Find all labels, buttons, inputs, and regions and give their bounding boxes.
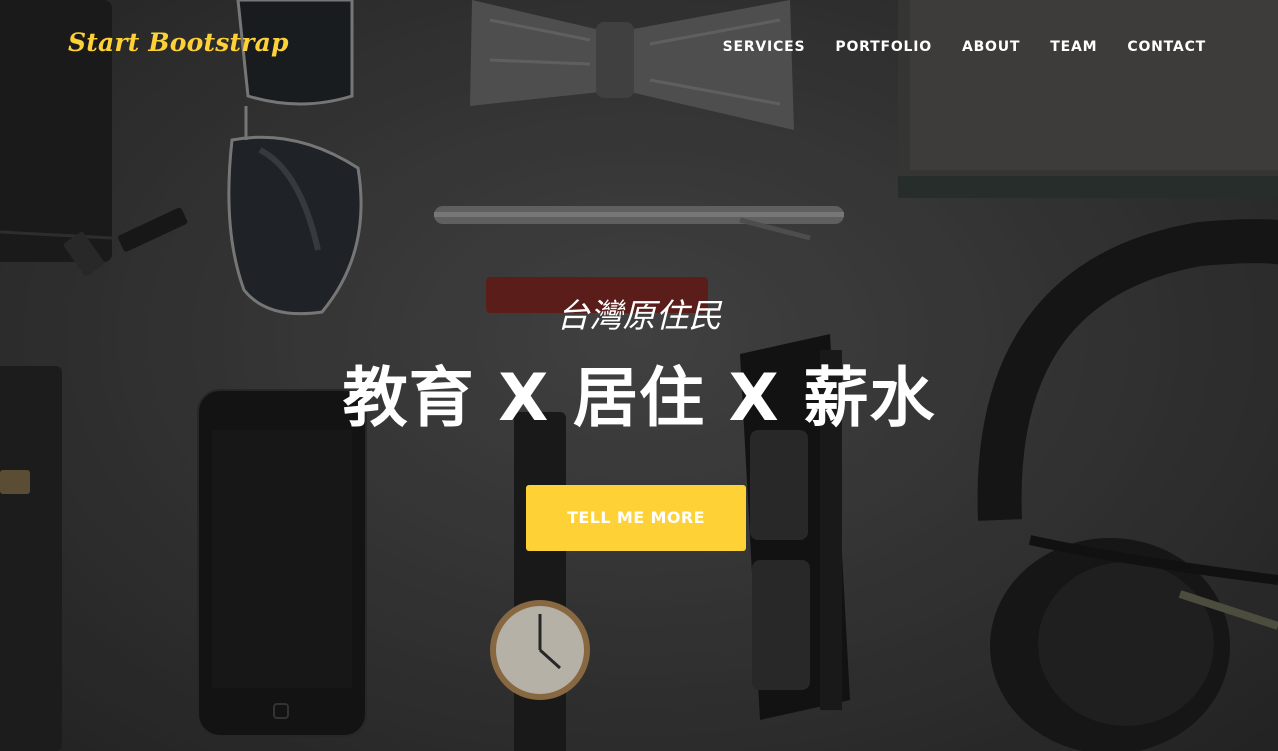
navbar: Start Bootstrap SERVICES PORTFOLIO ABOUT… bbox=[0, 0, 1278, 90]
intro-heading: 教育 X 居住 X 薪水 bbox=[342, 361, 936, 436]
nav-item-services: SERVICES bbox=[723, 36, 806, 55]
nav-link-contact[interactable]: CONTACT bbox=[1127, 39, 1206, 55]
nav-link-team[interactable]: TEAM bbox=[1050, 39, 1097, 55]
nav-menu: SERVICES PORTFOLIO ABOUT TEAM CONTACT bbox=[723, 36, 1206, 55]
nav-link-portfolio[interactable]: PORTFOLIO bbox=[835, 39, 932, 55]
nav-item-contact: CONTACT bbox=[1127, 36, 1206, 55]
nav-item-portfolio: PORTFOLIO bbox=[835, 36, 932, 55]
nav-link-about[interactable]: ABOUT bbox=[962, 39, 1020, 55]
nav-item-about: ABOUT bbox=[962, 36, 1020, 55]
nav-link-services[interactable]: SERVICES bbox=[723, 39, 806, 55]
intro-lead-in: 台灣原住民 bbox=[556, 296, 722, 335]
brand-logo[interactable]: Start Bootstrap bbox=[68, 28, 289, 57]
tell-me-more-button[interactable]: TELL ME MORE bbox=[526, 485, 746, 551]
hero-header: Start Bootstrap SERVICES PORTFOLIO ABOUT… bbox=[0, 0, 1278, 751]
nav-item-team: TEAM bbox=[1050, 36, 1097, 55]
